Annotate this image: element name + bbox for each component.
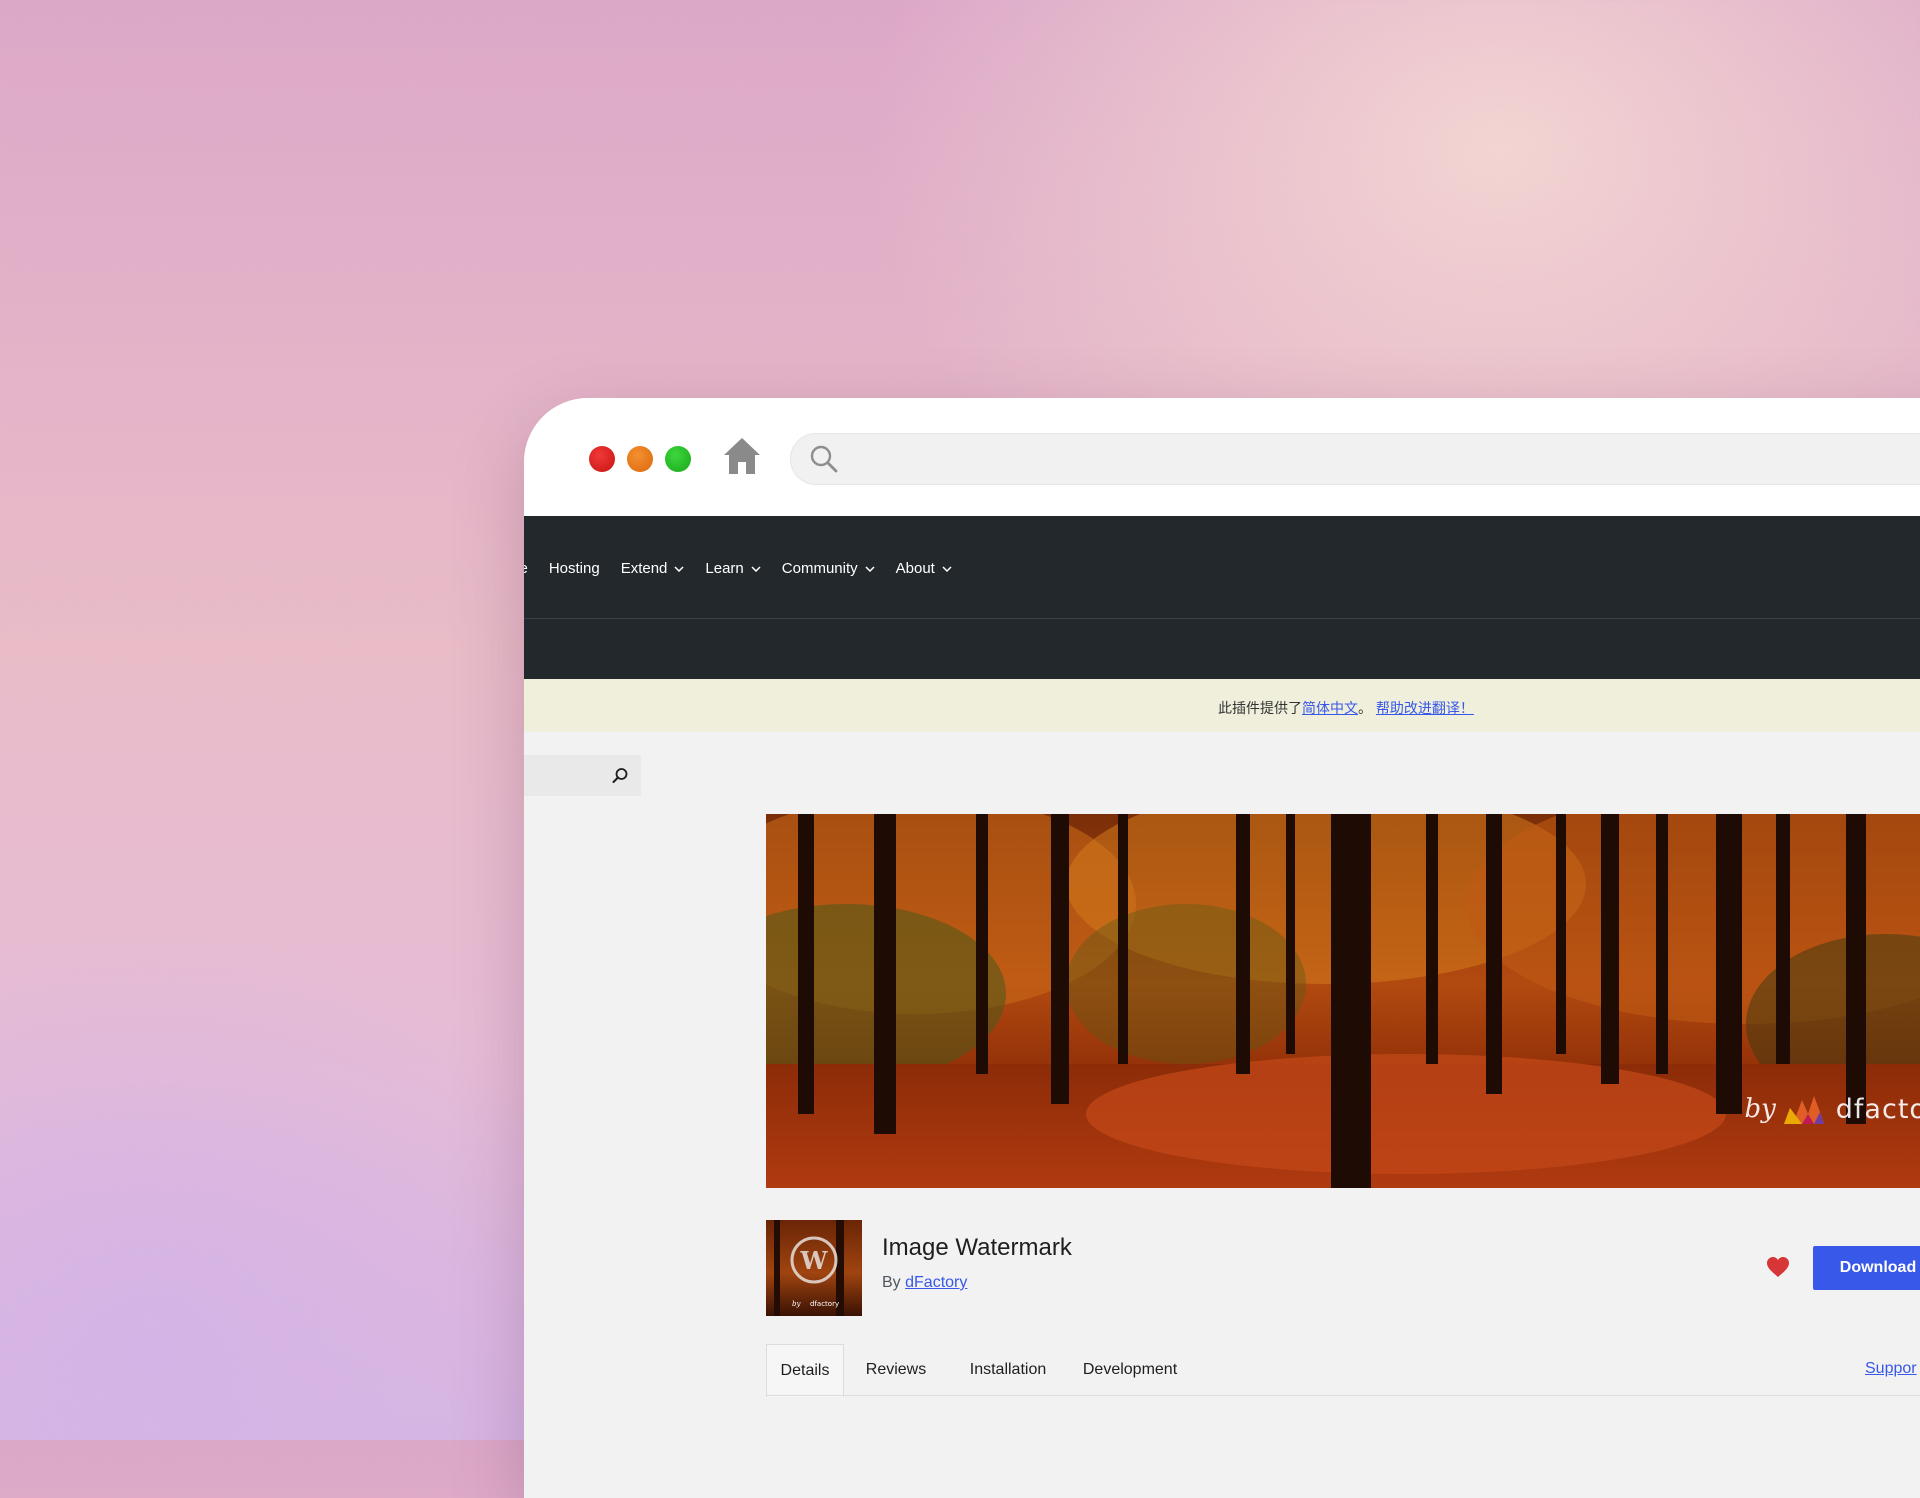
plugin-author: By dFactory bbox=[882, 1274, 967, 1292]
search-icon[interactable] bbox=[612, 767, 629, 784]
icon-brand-text: dfactory bbox=[810, 1300, 839, 1308]
plugin-banner: by dfactory bbox=[766, 814, 1920, 1188]
banner-brand-text: dfactory bbox=[1835, 1093, 1920, 1125]
nav-item-hosting[interactable]: Hosting bbox=[549, 560, 600, 577]
site-navigation: se Hosting Extend Learn Community About bbox=[524, 516, 1920, 619]
nav-menu: se Hosting Extend Learn Community About bbox=[524, 560, 973, 577]
author-prefix: By bbox=[882, 1274, 901, 1291]
chevron-down-icon bbox=[865, 565, 875, 572]
tab-installation[interactable]: Installation bbox=[952, 1345, 1064, 1395]
translation-notice: 此插件提供了简体中文。 帮助改进翻译！ bbox=[524, 679, 1920, 732]
nav-item-label: Extend bbox=[620, 560, 668, 577]
nav-item-learn[interactable]: Learn bbox=[705, 560, 761, 577]
nav-item-label: Learn bbox=[705, 560, 744, 577]
download-button[interactable]: Download bbox=[1813, 1246, 1920, 1290]
home-icon[interactable] bbox=[720, 434, 764, 478]
chevron-down-icon bbox=[942, 565, 952, 572]
icon-by-text: by bbox=[792, 1300, 801, 1308]
autumn-forest-image bbox=[766, 814, 1920, 1188]
support-link[interactable]: Suppor bbox=[1865, 1360, 1917, 1378]
svg-text:W: W bbox=[800, 1246, 829, 1275]
plugin-search-input[interactable] bbox=[524, 755, 641, 796]
notice-separator: 。 bbox=[1358, 700, 1372, 716]
search-icon bbox=[810, 445, 838, 473]
dfactory-logo: by dfactory bbox=[1744, 1092, 1920, 1126]
tab-development[interactable]: Development bbox=[1068, 1345, 1192, 1395]
nav-item-label: Community bbox=[781, 560, 858, 577]
plugin-title: Image Watermark bbox=[882, 1234, 1072, 1261]
nav-item-label: Hosting bbox=[548, 560, 600, 577]
nav-item-extend[interactable]: Extend bbox=[621, 560, 685, 577]
maximize-window-button[interactable] bbox=[665, 446, 691, 472]
sub-navigation-bar bbox=[524, 619, 1920, 679]
favorite-heart-icon[interactable] bbox=[1766, 1256, 1790, 1278]
browser-toolbar bbox=[524, 398, 1920, 516]
chevron-down-icon bbox=[751, 565, 761, 572]
wordpress-logo-icon: W by dfactory bbox=[774, 1220, 844, 1316]
close-window-button[interactable] bbox=[589, 446, 615, 472]
tabs-divider bbox=[766, 1395, 1920, 1396]
help-translate-link[interactable]: 帮助改进翻译！ bbox=[1376, 700, 1474, 716]
plugin-icon: W by dfactory bbox=[766, 1220, 862, 1316]
minimize-window-button[interactable] bbox=[627, 446, 653, 472]
address-bar[interactable] bbox=[790, 433, 1920, 485]
dfactory-mark-icon bbox=[1783, 1096, 1824, 1124]
nav-item-se[interactable]: se bbox=[524, 560, 528, 577]
nav-item-about[interactable]: About bbox=[896, 560, 952, 577]
notice-prefix: 此插件提供了 bbox=[1218, 700, 1302, 716]
tab-reviews[interactable]: Reviews bbox=[844, 1345, 948, 1395]
language-link[interactable]: 简体中文 bbox=[1302, 700, 1358, 716]
tab-details[interactable]: Details bbox=[766, 1344, 844, 1397]
banner-by-text: by bbox=[1744, 1094, 1776, 1124]
nav-item-community[interactable]: Community bbox=[782, 560, 875, 577]
chevron-down-icon bbox=[674, 565, 684, 572]
nav-item-label: About bbox=[895, 560, 935, 577]
author-link[interactable]: dFactory bbox=[905, 1274, 967, 1291]
browser-window: se Hosting Extend Learn Community About 此插件提供… bbox=[524, 398, 1920, 1498]
nav-item-label: se bbox=[524, 560, 528, 577]
